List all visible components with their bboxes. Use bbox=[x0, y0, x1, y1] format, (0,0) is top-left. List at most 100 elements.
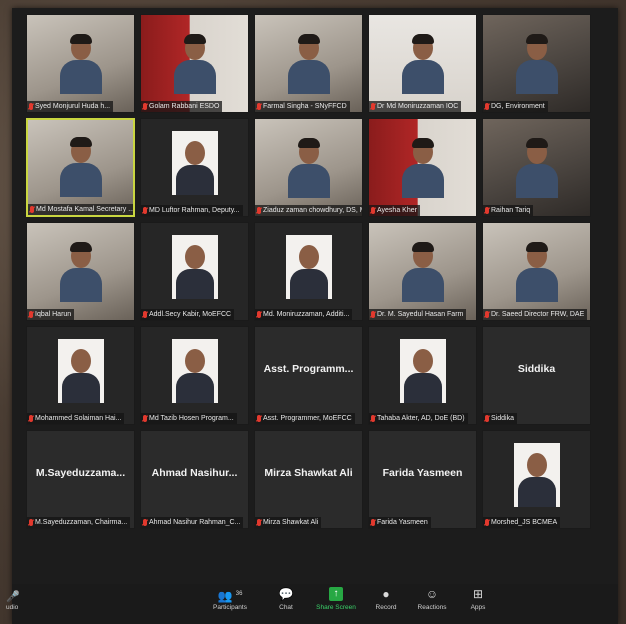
participant-display-name: Ahmad Nasihur... bbox=[151, 467, 238, 479]
participant-tile[interactable]: Farida Yasmeen Farida Yasmeen bbox=[368, 430, 477, 529]
muted-mic-icon bbox=[485, 207, 489, 214]
participant-photo bbox=[285, 235, 332, 299]
share-screen-label: Share Screen bbox=[316, 604, 356, 611]
participant-name: Siddika bbox=[491, 415, 514, 422]
reactions-button[interactable]: ☺ Reactions bbox=[410, 587, 454, 611]
participant-name: Md Tazib Hosen Program... bbox=[149, 415, 234, 422]
participant-tile[interactable]: M.Sayeduzzama... M.Sayeduzzaman, Chairma.… bbox=[26, 430, 135, 529]
participant-name-bar: Dr. Saeed Director FRW, DAE bbox=[483, 309, 588, 320]
muted-mic-icon bbox=[485, 103, 489, 110]
participants-label: Participants bbox=[213, 604, 247, 611]
participant-name-bar: Mohammed Solaiman Hai... bbox=[27, 413, 125, 424]
share-screen-icon: ↑ bbox=[329, 587, 343, 601]
participant-name-bar: Farmal Singha - SNyFFCD bbox=[255, 101, 350, 112]
participant-name: Asst. Programmer, MoEFCC bbox=[263, 415, 352, 422]
participant-name: MD Luftor Rahman, Deputy... bbox=[149, 207, 240, 214]
participant-photo bbox=[399, 339, 446, 403]
participant-tile[interactable]: MD Luftor Rahman, Deputy... bbox=[140, 118, 249, 217]
muted-mic-icon bbox=[485, 311, 489, 318]
participant-name: DG, Environment bbox=[491, 103, 545, 110]
apps-button[interactable]: ⊞ Apps bbox=[456, 587, 500, 611]
participant-name: Dr. Saeed Director FRW, DAE bbox=[491, 311, 585, 318]
participant-tile[interactable]: Dr Md Moniruzzaman IOC bbox=[368, 14, 477, 113]
participant-tile[interactable]: Md. Moniruzzaman, Additi... bbox=[254, 222, 363, 321]
participant-tile[interactable]: Tahaba Akter, AD, DoE (BD) bbox=[368, 326, 477, 425]
muted-mic-icon bbox=[257, 415, 261, 422]
participant-photo bbox=[171, 235, 218, 299]
muted-mic-icon bbox=[371, 415, 375, 422]
participant-tile[interactable]: Mirza Shawkat Ali Mirza Shawkat Ali bbox=[254, 430, 363, 529]
participant-name: Dr Md Moniruzzaman IOC bbox=[377, 103, 459, 110]
participant-tile[interactable]: Md Tazib Hosen Program... bbox=[140, 326, 249, 425]
participant-figure bbox=[287, 34, 330, 94]
participant-name: Farmal Singha - SNyFFCD bbox=[263, 103, 347, 110]
participant-name: Farida Yasmeen bbox=[377, 519, 428, 526]
participants-button[interactable]: 👥 36 Participants bbox=[208, 587, 252, 611]
chat-button[interactable]: 💬 Chat bbox=[264, 587, 308, 611]
muted-mic-icon bbox=[257, 519, 261, 526]
participant-tile[interactable]: Golam Rabbani ESDO bbox=[140, 14, 249, 113]
participant-figure bbox=[515, 138, 558, 198]
participant-tile[interactable]: Dr. Saeed Director FRW, DAE bbox=[482, 222, 591, 321]
participant-name-bar: Siddika bbox=[483, 413, 517, 424]
participant-name-bar: Ahmad Nasihur Rahman_C... bbox=[141, 517, 244, 528]
participant-name: Syed Monjurul Huda h... bbox=[35, 103, 111, 110]
participant-name: Golam Rabbani ESDO bbox=[149, 103, 220, 110]
participant-figure bbox=[401, 34, 444, 94]
participant-name-bar: Golam Rabbani ESDO bbox=[141, 101, 223, 112]
participant-photo bbox=[57, 339, 104, 403]
participant-tile[interactable]: Dr. M. Sayedul Hasan Farm bbox=[368, 222, 477, 321]
participant-name-bar: MD Luftor Rahman, Deputy... bbox=[141, 205, 243, 216]
share-screen-button[interactable]: ↑ Share Screen bbox=[314, 587, 358, 611]
participant-tile[interactable]: Md Mostafa Kamal Secretary ... bbox=[26, 118, 135, 217]
participant-display-name: Mirza Shawkat Ali bbox=[264, 467, 353, 479]
participant-name: Mohammed Solaiman Hai... bbox=[35, 415, 122, 422]
participant-tile[interactable]: Morshed_JS BCMEA bbox=[482, 430, 591, 529]
audio-control[interactable]: 🎤 udio bbox=[6, 590, 20, 611]
participant-tile[interactable]: DG, Environment bbox=[482, 14, 591, 113]
participant-tile[interactable]: Iqbal Harun bbox=[26, 222, 135, 321]
participant-tile[interactable]: Addl.Secy Kabir, MoEFCC bbox=[140, 222, 249, 321]
audio-label: udio bbox=[6, 604, 19, 611]
participant-tile[interactable]: Mohammed Solaiman Hai... bbox=[26, 326, 135, 425]
participant-tile[interactable]: Ahmad Nasihur... Ahmad Nasihur Rahman_C..… bbox=[140, 430, 249, 529]
muted-mic-icon bbox=[257, 103, 261, 110]
participant-tile[interactable]: Ayesha Kher bbox=[368, 118, 477, 217]
muted-mic-icon bbox=[371, 207, 375, 214]
participant-figure bbox=[401, 242, 444, 302]
participant-name-bar: Md Tazib Hosen Program... bbox=[141, 413, 237, 424]
record-label: Record bbox=[375, 604, 397, 611]
participant-tile[interactable]: Farmal Singha - SNyFFCD bbox=[254, 14, 363, 113]
microphone-icon: 🎤 bbox=[6, 591, 20, 603]
muted-mic-icon bbox=[143, 103, 147, 110]
muted-mic-icon bbox=[143, 207, 147, 214]
reactions-label: Reactions bbox=[417, 604, 447, 611]
participant-display-name: M.Sayeduzzama... bbox=[35, 467, 126, 479]
participant-name-bar: DG, Environment bbox=[483, 101, 548, 112]
chat-label: Chat bbox=[279, 604, 293, 611]
participant-name-bar: Ziaduz zaman chowdhury, DS, MoEF... bbox=[255, 205, 362, 216]
muted-mic-icon bbox=[29, 519, 33, 526]
participant-name-bar: Dr. M. Sayedul Hasan Farm bbox=[369, 309, 467, 320]
participant-tile[interactable]: Syed Monjurul Huda h... bbox=[26, 14, 135, 113]
participant-tile[interactable]: Asst. Programm... Asst. Programmer, MoEFC… bbox=[254, 326, 363, 425]
participant-name: Md. Moniruzzaman, Additi... bbox=[263, 311, 350, 318]
muted-mic-icon bbox=[143, 415, 147, 422]
meeting-toolbar: 🎤 udio 👥 36 Participants 💬 Chat ↑ Share … bbox=[6, 584, 618, 624]
participant-name: Morshed_JS BCMEA bbox=[491, 519, 558, 526]
participant-figure bbox=[515, 34, 558, 94]
participants-icon: 👥 36 bbox=[217, 589, 243, 603]
participant-name: Md Mostafa Kamal Secretary ... bbox=[36, 206, 135, 213]
muted-mic-icon bbox=[143, 519, 147, 526]
participant-tile[interactable]: Ziaduz zaman chowdhury, DS, MoEF... bbox=[254, 118, 363, 217]
participant-name-bar: Md Mostafa Kamal Secretary ... bbox=[28, 204, 135, 215]
participant-tile[interactable]: Raihan Tariq bbox=[482, 118, 591, 217]
participants-count: 36 bbox=[235, 591, 243, 597]
record-button[interactable]: ● Record bbox=[364, 587, 408, 611]
participant-tile[interactable]: Siddika Siddika bbox=[482, 326, 591, 425]
participant-name-bar: Iqbal Harun bbox=[27, 309, 75, 320]
participant-name-bar: Farida Yasmeen bbox=[369, 517, 431, 528]
participant-figure bbox=[173, 34, 216, 94]
participant-name-bar: Tahaba Akter, AD, DoE (BD) bbox=[369, 413, 468, 424]
muted-mic-icon bbox=[371, 311, 375, 318]
